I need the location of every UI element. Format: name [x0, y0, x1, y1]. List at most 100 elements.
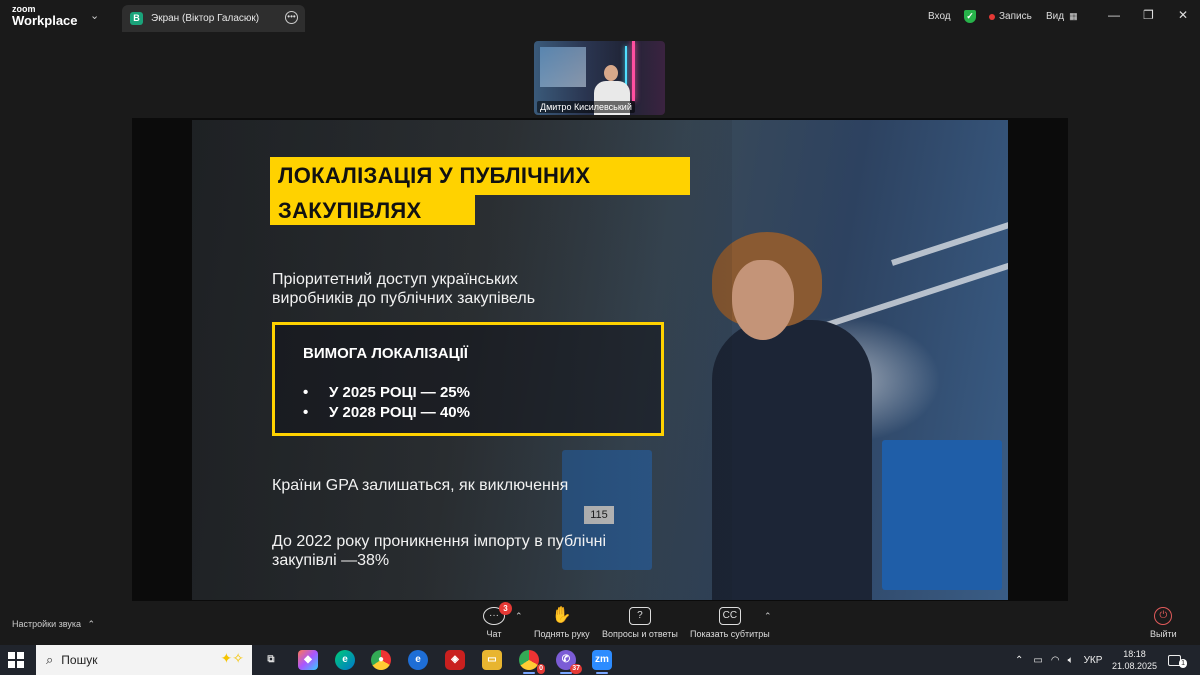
zoom-logo[interactable]: zoom Workplace — [12, 5, 78, 28]
raise-hand-button[interactable]: ✋ Поднять руку — [534, 607, 590, 639]
notification-count: 1 — [1179, 658, 1187, 668]
taskbar-search[interactable]: ⌕ Пошук ✦✧ — [36, 645, 252, 675]
office-app-icon[interactable]: ◈ — [445, 650, 465, 670]
chat-button[interactable]: ··· 3 Чат — [483, 602, 512, 639]
qa-label: Вопросы и ответы — [602, 629, 678, 639]
worker-face — [732, 260, 794, 340]
tab-avatar: B — [130, 12, 143, 25]
windows-start-icon[interactable] — [8, 652, 24, 668]
clock[interactable]: 18:18 21.08.2025 — [1112, 648, 1157, 672]
hand-icon: ✋ — [551, 607, 572, 624]
view-button[interactable]: Вид ▦ — [1046, 0, 1078, 33]
logo-line2: Workplace — [12, 13, 78, 28]
chat-icon: ··· 3 — [483, 602, 512, 625]
participant-head — [604, 65, 618, 81]
exit-button[interactable]: ⏻ Выйти — [1150, 607, 1177, 639]
chevron-down-icon[interactable]: ⌄ — [90, 9, 99, 22]
exit-icon: ⏻ — [1154, 607, 1173, 625]
tab-title: Экран (Віктор Галасюк) — [151, 13, 260, 24]
slide-paragraph-gpa: Країни GPA залишаться, як виключення — [272, 477, 569, 494]
requirement-list: • У 2025 РОЦІ — 25% • У 2028 РОЦІ — 40% — [303, 383, 470, 423]
neon-light — [625, 46, 627, 86]
requirement-title: ВИМОГА ЛОКАЛІЗАЦІЇ — [303, 345, 468, 362]
requirement-box: ВИМОГА ЛОКАЛІЗАЦІЇ • У 2025 РОЦІ — 25% • У… — [272, 322, 664, 436]
factory-machine — [882, 440, 1002, 590]
presentation-slide: 115 ЛОКАЛІЗАЦІЯ У ПУБЛІЧНИХ ЗАКУПІВЛЯХ П… — [192, 120, 1008, 600]
neon-light — [632, 41, 635, 101]
slide-paragraph-import: До 2022 року проникнення імпорту в публі… — [272, 533, 607, 569]
chrome-profile-badge: 0 — [537, 664, 545, 674]
slide-subtitle: Пріоритетний доступ українських виробник… — [272, 271, 536, 307]
slide-title-line2: ЗАКУПІВЛЯХ — [278, 198, 422, 223]
subtitles-options-chevron-icon[interactable]: ⌃ — [764, 611, 772, 622]
battery-icon[interactable]: ▭ — [1033, 655, 1042, 666]
active-indicator — [523, 672, 535, 674]
search-icon: ⌕ — [46, 652, 54, 667]
tab-screen-share[interactable]: B Экран (Віктор Галасюк) ••• — [122, 5, 305, 32]
wifi-icon[interactable]: ◠ — [1051, 655, 1060, 666]
clock-time: 18:18 — [1123, 649, 1146, 659]
exit-label: Выйти — [1150, 629, 1177, 639]
question-icon: ? — [628, 607, 651, 625]
login-button[interactable]: Вход — [928, 0, 951, 33]
chrome-profile-icon[interactable]: 0 — [519, 650, 545, 674]
ceiling-light — [891, 216, 1008, 266]
sound-settings-label: Настройки звука — [12, 619, 81, 629]
participant-video[interactable]: Дмитро Кисилевський — [534, 41, 665, 115]
background-screen — [540, 47, 586, 87]
check-icon: ✓ — [964, 10, 976, 23]
restore-button[interactable]: ❐ — [1143, 8, 1154, 22]
chrome-icon[interactable]: ● — [371, 650, 391, 670]
shared-screen: 115 ЛОКАЛІЗАЦІЯ У ПУБЛІЧНИХ ЗАКУПІВЛЯХ П… — [132, 118, 1068, 601]
view-label: Вид — [1046, 11, 1065, 22]
viber-icon[interactable]: ✆ 37 — [556, 650, 582, 674]
task-view-icon[interactable]: ⧉ — [261, 650, 281, 670]
active-indicator — [560, 672, 572, 674]
internet-explorer-icon[interactable]: e — [408, 650, 428, 670]
windows-taskbar: ⌕ Пошук ✦✧ ⧉ ◆ e ● e ◈ ▭ 0 ✆ 37 zm ⌃ ▭ ◠ … — [0, 645, 1200, 675]
slide-title-line1: ЛОКАЛІЗАЦІЯ У ПУБЛІЧНИХ — [278, 163, 591, 188]
copilot-icon[interactable]: ◆ — [298, 650, 318, 670]
meeting-toolbar: Настройки звука ⌃ ··· 3 Чат ⌃ ✋ Поднять р… — [0, 601, 1200, 645]
title-bar: zoom Workplace ⌄ B Экран (Віктор Галасюк… — [0, 0, 1200, 33]
volume-icon[interactable]: 🔈︎ — [1068, 655, 1074, 666]
close-button[interactable]: ✕ — [1178, 8, 1188, 22]
raise-hand-label: Поднять руку — [534, 629, 590, 639]
sparkle-icon: ✦✧ — [220, 650, 244, 666]
record-dot-icon — [989, 13, 995, 20]
login-label: Вход — [928, 11, 951, 22]
record-button[interactable]: Запись — [989, 0, 1032, 33]
notification-icon: 1 — [1168, 654, 1187, 668]
file-explorer-icon[interactable]: ▭ — [482, 650, 502, 670]
minimize-button[interactable]: — — [1108, 8, 1120, 22]
participant-name: Дмитро Кисилевський — [537, 101, 635, 113]
requirement-text: У 2025 РОЦІ — 25% — [329, 384, 470, 401]
grid-icon: ▦ — [1069, 11, 1078, 21]
requirement-item: • У 2028 РОЦІ — 40% — [303, 403, 470, 423]
show-hidden-icons-chevron-icon[interactable]: ⌃ — [1015, 655, 1023, 666]
notifications-button[interactable]: 1 — [1168, 645, 1187, 675]
language-indicator[interactable]: УКР — [1084, 655, 1103, 666]
subtitles-label: Показать субтитры — [690, 629, 770, 639]
record-label: Запись — [999, 11, 1032, 22]
sound-settings-button[interactable]: Настройки звука ⌃ — [12, 619, 95, 630]
chat-label: Чат — [486, 629, 502, 639]
search-placeholder: Пошук — [61, 653, 98, 667]
more-options-icon[interactable]: ••• — [285, 11, 298, 24]
security-shield-icon[interactable]: ✓ — [964, 0, 976, 33]
bullet-icon: • — [303, 384, 309, 401]
chat-options-chevron-icon[interactable]: ⌃ — [515, 611, 523, 622]
edge-icon[interactable]: e — [335, 650, 355, 670]
qa-button[interactable]: ? Вопросы и ответы — [602, 607, 678, 639]
chat-badge: 3 — [499, 602, 512, 615]
active-indicator — [596, 672, 608, 674]
requirement-text: У 2028 РОЦІ — 40% — [329, 404, 470, 421]
bullet-icon: • — [303, 404, 309, 421]
zoom-taskbar-icon[interactable]: zm — [592, 650, 612, 674]
worker-body — [712, 320, 872, 600]
clock-date: 21.08.2025 — [1112, 661, 1158, 671]
subtitles-button[interactable]: CC Показать субтитры — [690, 607, 770, 639]
system-tray: ⌃ ▭ ◠ 🔈︎ УКР — [1015, 645, 1102, 675]
requirement-item: • У 2025 РОЦІ — 25% — [303, 383, 470, 403]
cc-icon: CC — [718, 607, 741, 625]
